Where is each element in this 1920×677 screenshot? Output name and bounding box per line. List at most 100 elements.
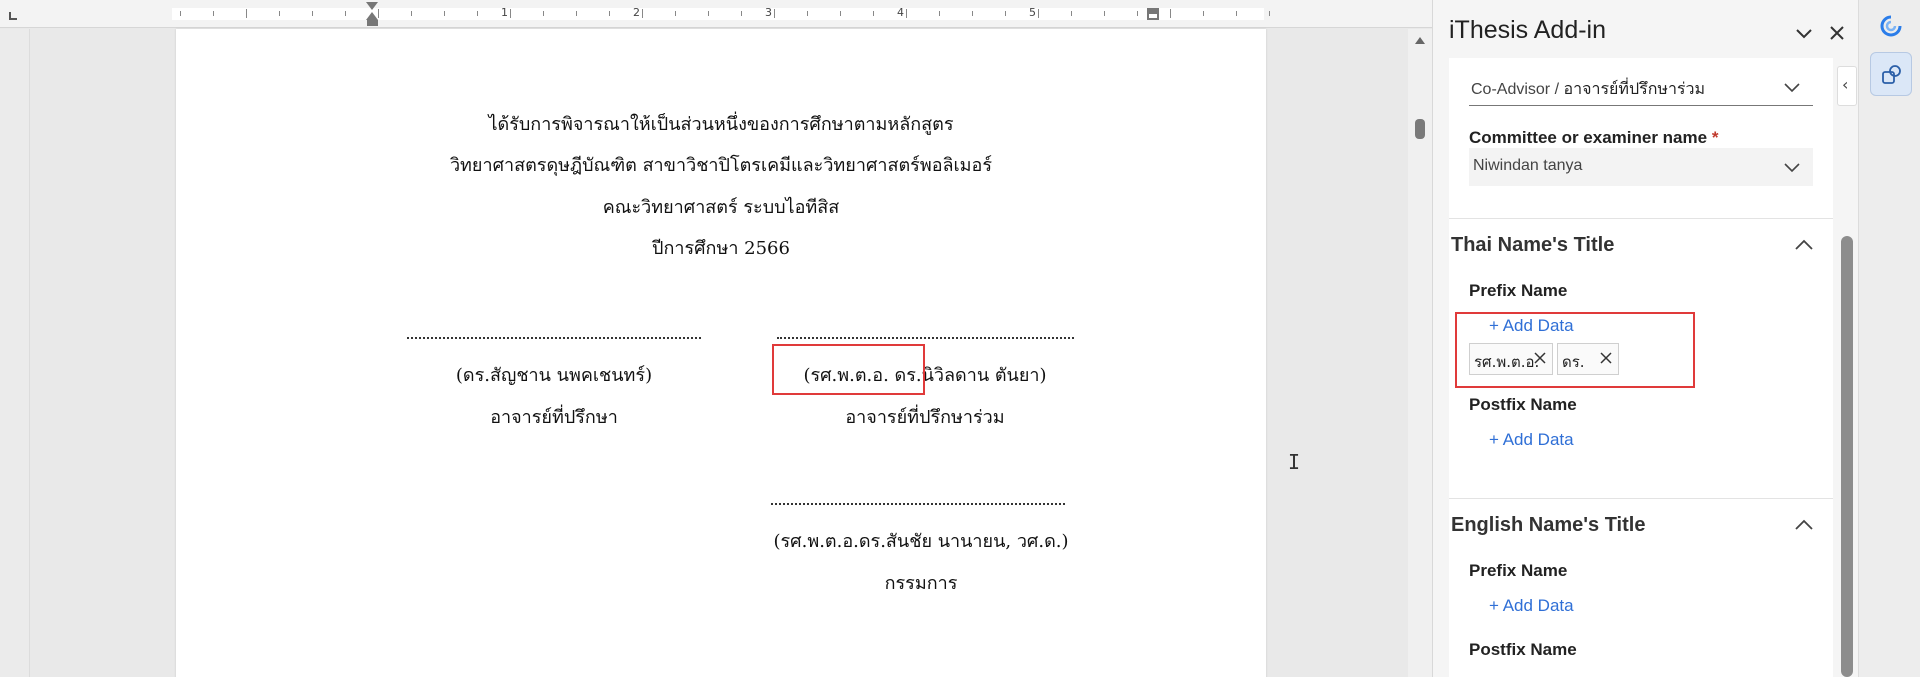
thai-postfix-add-link[interactable]: + Add Data [1489, 430, 1574, 450]
ruler-number: 3 [765, 6, 772, 19]
chevron-down-icon[interactable] [1793, 22, 1815, 44]
ruler-tick [1203, 11, 1204, 16]
right-app-rail [1858, 0, 1920, 677]
hanging-indent-marker[interactable] [366, 12, 378, 20]
ruler-tick [279, 11, 280, 16]
chevron-left-icon: ‹ [1842, 75, 1849, 94]
committee-label-text: Committee or examiner name [1469, 128, 1708, 147]
committee-role: กรรมการ [884, 573, 958, 594]
addin-pane: iThesis Add-in Co-Advisor / อาจารย์ที่ปร… [1432, 0, 1858, 677]
role-select-thai: อาจารย์ที่ปรึกษาร่วม [1563, 81, 1706, 98]
ruler-track [172, 8, 1264, 20]
ruler-tick [840, 11, 841, 16]
ruler-tick [1137, 11, 1138, 16]
document-scrollbar[interactable] [1408, 29, 1432, 677]
first-line-indent-marker[interactable] [366, 2, 378, 10]
scroll-thumb[interactable] [1841, 236, 1853, 677]
advisor-name: (ดร.สัญชาน นพคเชนทร์) [455, 365, 653, 386]
prefix-chips-highlight [1455, 312, 1695, 388]
ruler-number: 5 [1029, 6, 1036, 19]
english-prefix-add-link[interactable]: + Add Data [1489, 596, 1574, 616]
divider [1449, 218, 1833, 219]
ruler-tick [1071, 11, 1072, 16]
approval-line: วิทยาศาสตรดุษฎีบัณฑิต สาขาวิชาปิโตรเคมีแ… [449, 155, 993, 176]
ruler-tick [345, 11, 346, 16]
horizontal-ruler[interactable]: 1 2 3 4 5 [0, 0, 1432, 28]
ruler-tick [1005, 11, 1006, 16]
ruler-tick [477, 11, 478, 16]
addin-icon [1882, 65, 1901, 84]
ruler-tick [642, 9, 643, 18]
chevron-up-icon[interactable] [1793, 518, 1815, 532]
ruler-tick [378, 9, 379, 18]
thai-prefix-label: Prefix Name [1469, 281, 1568, 300]
advisor-role: อาจารย์ที่ปรึกษา [490, 407, 618, 428]
required-mark: * [1711, 128, 1719, 147]
document-page[interactable]: ได้รับการพิจารณาให้เป็นส่วนหนึ่งของการศึ… [176, 29, 1266, 677]
ruler-tick [411, 11, 412, 16]
committee-name-value: Niwindan tanya [1473, 157, 1583, 174]
document-area: 1 2 3 4 5 ได้รับการพิจารณาให้เป็นส่วนหนึ… [0, 0, 1432, 677]
right-indent-marker[interactable] [1147, 8, 1159, 20]
collapse-pane-tab[interactable]: ‹ [1837, 66, 1857, 106]
thai-title-section-header[interactable]: Thai Name's Title [1451, 234, 1614, 257]
co-advisor-role: อาจารย์ที่ปรึกษาร่วม [845, 407, 1005, 428]
co-advisor-signature-line [777, 337, 1074, 339]
scroll-thumb[interactable] [1415, 119, 1425, 139]
scroll-up-icon[interactable] [1415, 37, 1425, 44]
ruler-tick [180, 11, 181, 16]
thai-postfix-label: Postfix Name [1469, 395, 1577, 414]
approval-line: ปีการศึกษา 2566 [652, 238, 790, 259]
left-indent-marker[interactable] [367, 20, 378, 26]
chevron-down-icon [1784, 163, 1800, 173]
english-postfix-label: Postfix Name [1469, 640, 1577, 659]
english-title-section-header[interactable]: English Name's Title [1451, 514, 1645, 537]
co-advisor-title-highlight [772, 344, 925, 395]
committee-name-select[interactable]: Niwindan tanya [1469, 148, 1813, 186]
chevron-down-icon [1784, 83, 1800, 93]
ruler-tick [1170, 9, 1171, 18]
ruler-tick [675, 11, 676, 16]
committee-name: (รศ.พ.ต.อ.ดร.สันชัย นานายน, วศ.ด.) [773, 531, 1069, 552]
english-prefix-label: Prefix Name [1469, 561, 1568, 580]
close-icon[interactable] [1826, 22, 1848, 44]
ruler-number: 2 [633, 6, 640, 19]
ruler-tick [1236, 11, 1237, 16]
advisor-signature-line [407, 337, 701, 339]
vertical-ruler [0, 29, 30, 677]
ruler-tick [510, 9, 511, 18]
ruler-tick [807, 11, 808, 16]
role-select[interactable]: Co-Advisor / อาจารย์ที่ปรึกษาร่วม [1469, 68, 1813, 106]
divider [1449, 498, 1833, 499]
ruler-tick [543, 11, 544, 16]
ruler-tick [444, 11, 445, 16]
ruler-tick [1269, 11, 1270, 16]
ruler-tick [774, 9, 775, 18]
ruler-tick [576, 11, 577, 16]
addin-launcher-button[interactable] [1870, 52, 1912, 96]
ruler-tick [906, 9, 907, 18]
ruler-tick [741, 11, 742, 16]
role-select-english: Co-Advisor / [1471, 81, 1560, 98]
copilot-icon[interactable] [1879, 14, 1903, 38]
ruler-number: 1 [501, 6, 508, 19]
ruler-tick [873, 11, 874, 16]
committee-signature-line [771, 503, 1065, 505]
committee-field-label: Committee or examiner name * [1469, 128, 1718, 148]
ruler-tick [312, 11, 313, 16]
ruler-tick [939, 11, 940, 16]
approval-line: ได้รับการพิจารณาให้เป็นส่วนหนึ่งของการศึ… [488, 114, 954, 135]
ruler-tick [708, 11, 709, 16]
pane-title: iThesis Add-in [1449, 16, 1607, 44]
text-cursor-icon: I [1288, 450, 1301, 474]
chevron-up-icon[interactable] [1793, 238, 1815, 252]
approval-line: คณะวิทยาศาสตร์ ระบบไอทีสิส [602, 197, 840, 218]
ruler-tick [609, 11, 610, 16]
ruler-tick [1104, 11, 1105, 16]
pane-scrollbar[interactable] [1837, 236, 1857, 677]
tab-selector-icon[interactable] [9, 12, 17, 20]
ruler-tick [246, 9, 247, 18]
ruler-tick [972, 11, 973, 16]
ruler-tick [1038, 9, 1039, 18]
ruler-tick [213, 11, 214, 16]
